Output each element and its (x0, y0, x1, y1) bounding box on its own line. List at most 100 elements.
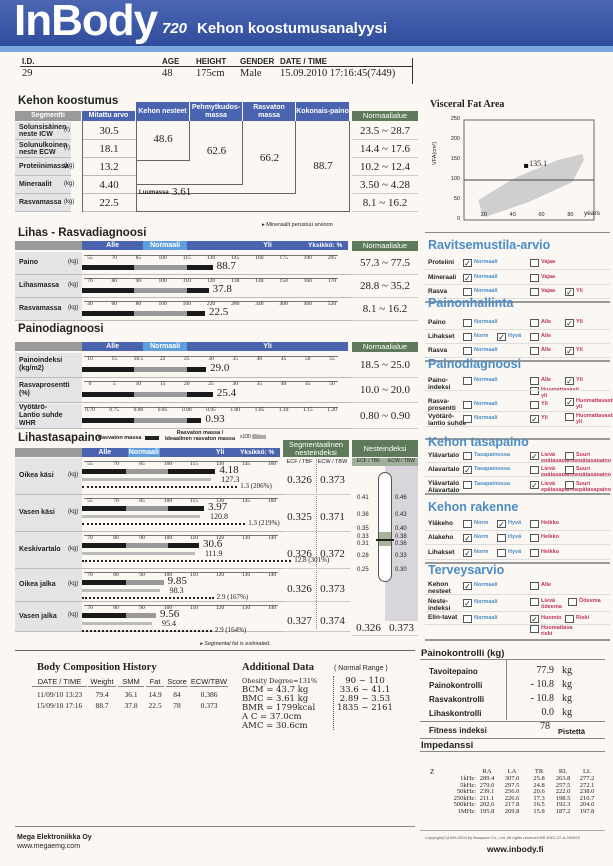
checkbox-unchecked[interactable] (530, 274, 539, 282)
checkbox-unchecked[interactable] (463, 347, 472, 355)
option-label: Yli (541, 415, 548, 421)
checkbox-unchecked[interactable] (565, 481, 574, 489)
band-alle: Alle (82, 448, 128, 457)
checkbox-checked[interactable]: ✓ (530, 452, 539, 461)
lean-pct-bar (82, 622, 153, 625)
checkbox-unchecked[interactable] (530, 549, 539, 557)
checkbox-unchecked[interactable] (565, 452, 574, 460)
company-url: www.megaemg.com (17, 843, 81, 850)
lean-pct: 120.8 (210, 512, 229, 521)
row-label: Solunulkoinen neste ECW (15, 140, 71, 158)
unit-label: Yksikkö: % (240, 449, 275, 456)
tick-label: 85 (139, 498, 145, 504)
tick-label: 280 (231, 301, 240, 307)
checkbox-unchecked[interactable] (530, 598, 539, 606)
checkbox-unchecked[interactable] (530, 387, 539, 395)
checkbox-unchecked[interactable] (530, 534, 539, 542)
ecf-overall: 0.326 (352, 620, 385, 636)
checkbox-checked[interactable]: ✓ (497, 333, 506, 342)
col-header: ECF / TBF (352, 458, 385, 466)
row-label: Alakeho (428, 534, 454, 541)
checkbox-unchecked[interactable] (530, 466, 539, 474)
checkbox-unchecked[interactable] (530, 288, 539, 296)
fitness-value: 78 (540, 721, 550, 732)
divider (425, 624, 610, 625)
checkbox-unchecked[interactable] (463, 288, 472, 296)
imp-value: 197.8 (579, 807, 595, 815)
checkbox-checked[interactable]: ✓ (463, 534, 472, 543)
tick-label: 55 (87, 461, 93, 467)
bar-value: 37.8 (212, 282, 232, 295)
checkbox-unchecked[interactable] (565, 615, 574, 623)
checkbox-checked[interactable]: ✓ (565, 288, 574, 297)
divider (425, 426, 610, 427)
band-normaali: Normaali (143, 241, 188, 250)
lean-pct: 98.3 (169, 586, 184, 595)
normal-zone (134, 366, 187, 372)
checkbox-unchecked[interactable] (530, 347, 539, 355)
gauge-tick-right: 0.33 (395, 553, 407, 559)
checkbox-unchecked[interactable] (463, 319, 472, 327)
checkbox-unchecked[interactable] (530, 259, 539, 267)
normal-range: 8.1 ~ 16.2 (352, 298, 418, 321)
checkbox-unchecked[interactable] (530, 333, 539, 341)
tick-label: 115 (182, 255, 191, 261)
checkbox-checked[interactable]: ✓ (565, 319, 574, 328)
checkbox-unchecked[interactable] (530, 520, 539, 528)
normal-zone (134, 264, 187, 270)
option-label: Normaali (474, 415, 498, 421)
checkbox-checked[interactable]: ✓ (530, 615, 539, 624)
option-label: Norm (474, 333, 489, 339)
option-label: Heikko (541, 534, 560, 540)
checkbox-unchecked[interactable] (463, 377, 472, 385)
checkbox-unchecked[interactable] (463, 401, 472, 409)
checkbox-checked[interactable]: ✓ (463, 274, 472, 283)
checkbox-unchecked[interactable] (565, 466, 574, 474)
checkbox-unchecked[interactable] (497, 534, 506, 542)
normal-range: 8.1 ~ 16.2 (352, 194, 418, 212)
checkbox-checked[interactable]: ✓ (530, 481, 539, 490)
tick-label: 340 (255, 301, 264, 307)
history-header: Fat (146, 677, 164, 687)
imp-col: LA (507, 768, 517, 775)
checkbox-unchecked[interactable] (530, 582, 539, 590)
history-cell: 79.4 (95, 690, 109, 699)
checkbox-unchecked[interactable] (463, 452, 472, 460)
checkbox-checked[interactable]: ✓ (565, 377, 574, 386)
checkbox-unchecked[interactable] (497, 549, 506, 557)
normal-zone (126, 506, 169, 511)
checkbox-checked[interactable]: ✓ (463, 599, 472, 608)
checkbox-checked[interactable]: ✓ (565, 398, 574, 407)
tick-label: 115 (189, 498, 199, 504)
history-cell: 36.1 (124, 690, 138, 699)
checkbox-checked[interactable]: ✓ (497, 520, 506, 529)
option-label: Yli (576, 319, 583, 325)
checkbox-unchecked[interactable] (530, 319, 539, 327)
control-value: - 10.8 (530, 679, 554, 690)
checkbox-unchecked[interactable] (565, 413, 574, 421)
row-label: Lihakset (428, 549, 455, 556)
checkbox-unchecked[interactable] (463, 481, 472, 489)
checkbox-checked[interactable]: ✓ (463, 549, 472, 558)
checkbox-checked[interactable]: ✓ (565, 347, 574, 356)
gauge-tick-right: 0.36 (395, 541, 407, 547)
col-header: ECW / TBW (317, 459, 348, 465)
checkbox-unchecked[interactable] (530, 625, 539, 633)
normal-range: 23.5 ~ 28.7 (352, 122, 418, 140)
row-label: Lihakset (428, 333, 455, 340)
chart-title: Visceral Fat Area (430, 99, 505, 110)
checkbox-unchecked[interactable] (530, 401, 539, 409)
tick-label: 80 (113, 572, 119, 578)
checkbox-unchecked[interactable] (463, 520, 472, 528)
checkbox-checked[interactable]: ✓ (463, 582, 472, 591)
ecf-tbf: 0.325 (283, 503, 316, 532)
tick-label: 80 (113, 535, 119, 541)
checkbox-checked[interactable]: ✓ (463, 466, 472, 475)
checkbox-unchecked[interactable] (463, 333, 472, 341)
checkbox-unchecked[interactable] (530, 377, 539, 385)
checkbox-unchecked[interactable] (463, 615, 472, 623)
checkbox-unchecked[interactable] (568, 598, 577, 606)
checkbox-checked[interactable]: ✓ (530, 415, 539, 424)
checkbox-unchecked[interactable] (463, 415, 472, 423)
checkbox-checked[interactable]: ✓ (463, 259, 472, 268)
